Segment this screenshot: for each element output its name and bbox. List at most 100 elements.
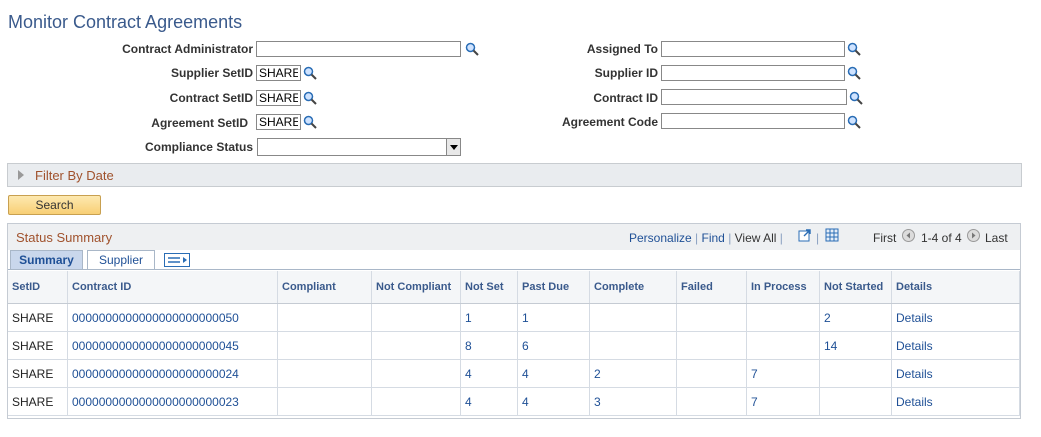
personalize-link[interactable]: Personalize bbox=[629, 231, 692, 245]
column-header-not-set[interactable]: Not Set bbox=[460, 271, 518, 304]
table-row: SHARE 0000000000000000000000023 4 4 3 7 … bbox=[8, 387, 1020, 416]
column-header-details[interactable]: Details bbox=[891, 271, 1020, 304]
magnifier-icon[interactable] bbox=[303, 115, 317, 129]
cell-failed bbox=[676, 359, 747, 388]
cell-not-compliant bbox=[371, 303, 461, 332]
supplier-setid-input[interactable] bbox=[256, 65, 301, 81]
tab-divider bbox=[8, 269, 1020, 270]
details-link[interactable]: Details bbox=[891, 303, 1020, 332]
cell-not-set-link[interactable]: 8 bbox=[460, 331, 518, 360]
cell-not-started-link[interactable] bbox=[819, 359, 892, 388]
expand-triangle-icon[interactable] bbox=[18, 170, 24, 180]
column-header-not-started[interactable]: Not Started bbox=[819, 271, 892, 304]
cell-contract-id-link[interactable]: 0000000000000000000000023 bbox=[67, 387, 278, 416]
chevron-down-icon[interactable] bbox=[446, 139, 460, 155]
show-all-columns-icon[interactable] bbox=[164, 253, 190, 267]
cell-not-compliant bbox=[371, 387, 461, 416]
grid-nav-links: Personalize | Find | View All | bbox=[629, 231, 783, 245]
assigned-to-input[interactable] bbox=[661, 41, 845, 57]
magnifier-icon[interactable] bbox=[847, 66, 861, 80]
cell-not-compliant bbox=[371, 359, 461, 388]
column-header-setid[interactable]: SetID bbox=[8, 271, 68, 304]
column-header-complete[interactable]: Complete bbox=[589, 271, 677, 304]
supplier-id-input[interactable] bbox=[661, 65, 845, 81]
tab-supplier[interactable]: Supplier bbox=[87, 250, 155, 270]
grid-title: Status Summary bbox=[16, 230, 113, 245]
filter-by-date-section[interactable]: Filter By Date bbox=[7, 163, 1022, 187]
agreement-code-input[interactable] bbox=[661, 113, 845, 129]
contract-id-input[interactable] bbox=[661, 89, 847, 105]
cell-contract-id-link[interactable]: 0000000000000000000000045 bbox=[67, 331, 278, 360]
cell-not-set-link[interactable]: 1 bbox=[460, 303, 518, 332]
table-row: SHARE 0000000000000000000000050 1 1 2 De… bbox=[8, 303, 1020, 332]
cell-not-started-link[interactable]: 14 bbox=[819, 331, 892, 360]
download-icon[interactable] bbox=[825, 228, 839, 242]
cell-contract-id-link[interactable]: 0000000000000000000000050 bbox=[67, 303, 278, 332]
magnifier-icon[interactable] bbox=[849, 91, 863, 105]
agreement-code-label: Agreement Code bbox=[561, 115, 658, 129]
prev-arrow-icon[interactable] bbox=[902, 229, 915, 242]
table-row: SHARE 0000000000000000000000045 8 6 14 D… bbox=[8, 331, 1020, 360]
cell-past-due-link[interactable]: 6 bbox=[517, 331, 590, 360]
cell-failed bbox=[676, 331, 747, 360]
status-summary-table: SetID Contract ID Compliant Not Complian… bbox=[8, 271, 1020, 416]
cell-complete-link[interactable]: 2 bbox=[589, 359, 677, 388]
cell-in-process-link[interactable]: 7 bbox=[746, 359, 820, 388]
find-link[interactable]: Find bbox=[702, 231, 725, 245]
magnifier-icon[interactable] bbox=[847, 115, 861, 129]
contract-setid-input[interactable] bbox=[256, 90, 301, 106]
next-arrow-icon[interactable] bbox=[967, 229, 980, 242]
table-row: SHARE 0000000000000000000000024 4 4 2 7 … bbox=[8, 359, 1020, 388]
zoom-icon[interactable] bbox=[798, 228, 812, 242]
contract-administrator-label: Contract Administrator bbox=[122, 42, 253, 56]
cell-contract-id-link[interactable]: 0000000000000000000000024 bbox=[67, 359, 278, 388]
tab-summary[interactable]: Summary bbox=[10, 250, 83, 270]
cell-not-compliant bbox=[371, 331, 461, 360]
cell-compliant bbox=[277, 387, 372, 416]
magnifier-icon[interactable] bbox=[847, 42, 861, 56]
table-header-row: SetID Contract ID Compliant Not Complian… bbox=[8, 271, 1020, 304]
cell-setid: SHARE bbox=[8, 331, 68, 360]
column-header-in-process[interactable]: In Process bbox=[746, 271, 820, 304]
cell-failed bbox=[676, 387, 747, 416]
cell-compliant bbox=[277, 331, 372, 360]
cell-past-due-link[interactable]: 1 bbox=[517, 303, 590, 332]
cell-in-process-link[interactable] bbox=[746, 303, 820, 332]
cell-not-set-link[interactable]: 4 bbox=[460, 359, 518, 388]
cell-not-started-link[interactable] bbox=[819, 387, 892, 416]
cell-compliant bbox=[277, 303, 372, 332]
compliance-status-label: Compliance Status bbox=[144, 140, 253, 154]
supplier-id-label: Supplier ID bbox=[594, 66, 658, 80]
cell-complete-link[interactable] bbox=[589, 331, 677, 360]
details-link[interactable]: Details bbox=[891, 359, 1020, 388]
column-header-compliant[interactable]: Compliant bbox=[277, 271, 372, 304]
column-header-past-due[interactable]: Past Due bbox=[517, 271, 590, 304]
cell-past-due-link[interactable]: 4 bbox=[517, 359, 590, 388]
agreement-setid-input[interactable] bbox=[256, 114, 301, 130]
filter-by-date-label[interactable]: Filter By Date bbox=[35, 168, 114, 183]
cell-past-due-link[interactable]: 4 bbox=[517, 387, 590, 416]
search-button[interactable]: Search bbox=[8, 195, 101, 215]
magnifier-icon[interactable] bbox=[465, 42, 479, 56]
cell-not-set-link[interactable]: 4 bbox=[460, 387, 518, 416]
cell-in-process-link[interactable]: 7 bbox=[746, 387, 820, 416]
magnifier-icon[interactable] bbox=[303, 91, 317, 105]
contract-setid-label: Contract SetID bbox=[169, 91, 253, 105]
contract-administrator-input[interactable] bbox=[256, 41, 461, 57]
details-link[interactable]: Details bbox=[891, 331, 1020, 360]
column-header-failed[interactable]: Failed bbox=[676, 271, 747, 304]
last-label: Last bbox=[985, 231, 1008, 245]
column-header-contract-id[interactable]: Contract ID bbox=[67, 271, 278, 304]
column-header-not-compliant[interactable]: Not Compliant bbox=[371, 271, 461, 304]
compliance-status-select[interactable] bbox=[257, 138, 461, 156]
cell-complete-link[interactable]: 3 bbox=[589, 387, 677, 416]
details-link[interactable]: Details bbox=[891, 387, 1020, 416]
view-all-link[interactable]: View All bbox=[735, 231, 777, 245]
cell-in-process-link[interactable] bbox=[746, 331, 820, 360]
cell-not-started-link[interactable]: 2 bbox=[819, 303, 892, 332]
cell-complete-link[interactable] bbox=[589, 303, 677, 332]
contract-id-label: Contract ID bbox=[593, 91, 658, 105]
first-label: First bbox=[873, 231, 897, 245]
page-range: 1-4 of 4 bbox=[921, 231, 962, 245]
magnifier-icon[interactable] bbox=[303, 66, 317, 80]
